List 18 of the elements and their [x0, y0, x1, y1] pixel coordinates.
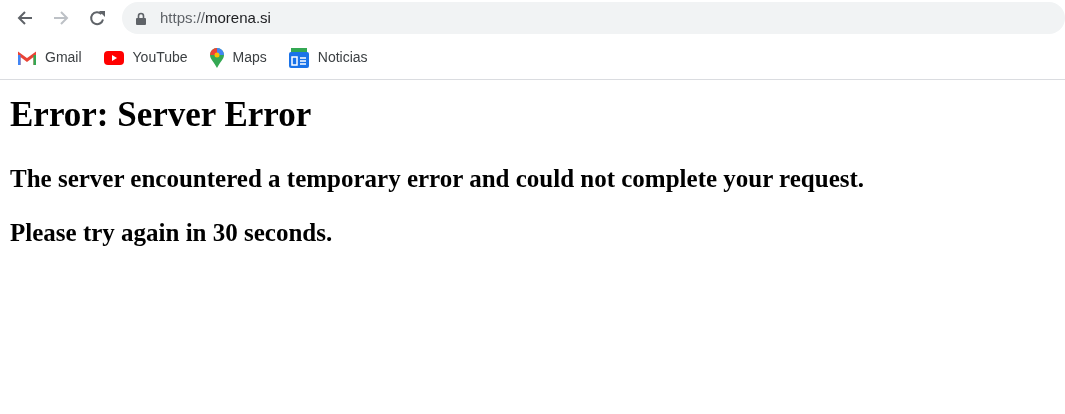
- mail-icon: [18, 50, 36, 65]
- reload-icon: [88, 9, 106, 27]
- address-bar[interactable]: https://morena.si: [122, 2, 1065, 34]
- forward-icon: [53, 10, 69, 26]
- back-icon: [17, 10, 33, 26]
- bookmark[interactable]: Gmail: [18, 47, 82, 68]
- error-message: The server encountered a temporary error and could not complete your request.: [10, 164, 866, 194]
- bookmark[interactable]: Noticias: [288, 47, 368, 68]
- bookmark[interactable]: Maps: [209, 47, 267, 68]
- error-heading: Error: Server Error: [10, 94, 313, 136]
- lock-icon: [136, 11, 146, 25]
- news-icon: [288, 47, 309, 68]
- bookmark[interactable]: YouTube: [103, 47, 188, 68]
- error-message: Please try again in 30 seconds.: [10, 217, 334, 248]
- url-host: morena.si: [205, 7, 271, 28]
- url-scheme: https://: [160, 7, 206, 28]
- map-pin-icon: [209, 47, 224, 68]
- play-icon: [103, 50, 124, 65]
